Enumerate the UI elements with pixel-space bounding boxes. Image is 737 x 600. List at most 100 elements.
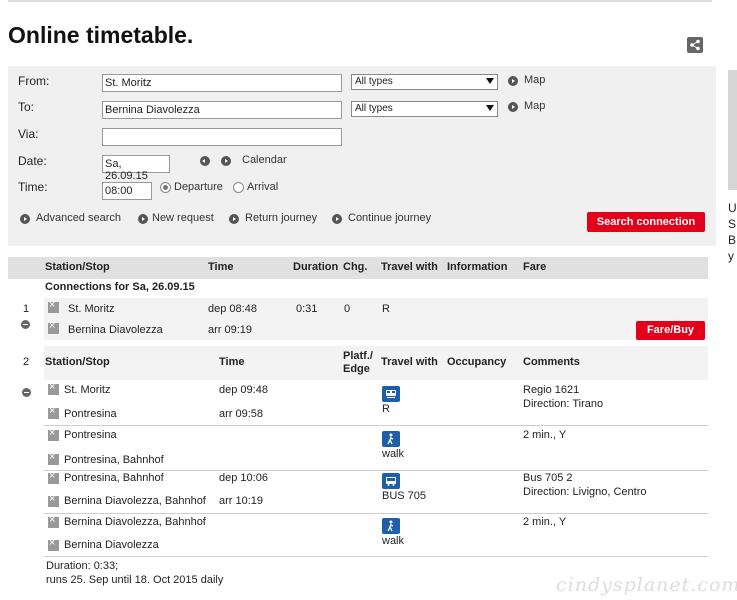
col-information: Information — [447, 261, 508, 273]
station-name: Pontresina, Bahnhof — [64, 472, 164, 484]
station-icon — [48, 493, 59, 507]
comment: 2 min., Y — [523, 516, 567, 528]
station-name: Pontresina, Bahnhof — [64, 454, 164, 466]
station-icon — [48, 537, 59, 551]
departure-radio[interactable] — [160, 182, 171, 193]
from-type-value: All types — [355, 76, 393, 87]
col-fare: Fare — [523, 261, 547, 273]
station-name: Bernina Diavolezza, Bahnhof — [64, 516, 206, 528]
results-panel: Station/Stop Time Duration Chg. Travel w… — [8, 250, 716, 600]
col-time: Time — [208, 261, 234, 273]
from-input[interactable]: St. Moritz — [102, 74, 342, 92]
collapse-icon[interactable] — [22, 388, 31, 397]
time-label: Time: — [18, 180, 48, 194]
side-letter: U — [728, 201, 737, 215]
side-letter: S — [728, 217, 737, 231]
col-duration: Duration — [293, 261, 339, 273]
station-icon — [48, 299, 59, 313]
arrow-right-icon — [508, 76, 518, 86]
departure-time: dep 10:06 — [219, 472, 268, 484]
to-type-value: All types — [355, 103, 393, 114]
leg-divider — [44, 513, 708, 514]
arrow-right-icon — [20, 214, 30, 224]
search-connection-button[interactable]: Search connection — [587, 212, 705, 232]
station-name: Bernina Diavolezza, Bahnhof — [64, 495, 206, 507]
to-map-link[interactable]: Map — [524, 100, 545, 112]
station-icon — [48, 381, 59, 395]
via-input[interactable] — [102, 128, 342, 146]
from-map-link[interactable]: Map — [524, 74, 545, 86]
col-comments: Comments — [523, 356, 580, 368]
comment: Direction: Livigno, Centro — [523, 486, 647, 498]
runs-info: runs 25. Sep until 18. Oct 2015 daily — [46, 574, 224, 586]
share-icon[interactable] — [687, 37, 703, 53]
station-name: St. Moritz — [64, 384, 111, 396]
comment: 2 min., Y — [523, 429, 567, 441]
mode-label: walk — [382, 448, 405, 460]
arrival-time: arr 09:58 — [219, 408, 264, 420]
chevron-down-icon — [486, 105, 494, 111]
bus-icon[interactable] — [382, 473, 400, 489]
to-label: To: — [18, 100, 35, 114]
leg-divider — [44, 425, 708, 426]
fare-buy-button[interactable]: Fare/Buy — [636, 321, 705, 340]
continue-journey-link[interactable]: Continue journey — [348, 212, 431, 224]
to-type-select[interactable]: All types — [351, 101, 498, 117]
walk-icon[interactable] — [382, 431, 400, 447]
return-journey-link[interactable]: Return journey — [245, 212, 317, 224]
side-letter: y — [728, 249, 734, 263]
advanced-search-link[interactable]: Advanced search — [36, 212, 121, 224]
duration-info: Duration: 0:33; — [46, 560, 119, 572]
leg-divider — [44, 556, 708, 557]
side-text-snippet: U S B y — [728, 200, 737, 264]
col-edge: Edge — [343, 363, 370, 375]
new-request-link[interactable]: New request — [152, 212, 214, 224]
from-label: From: — [18, 74, 50, 88]
chevron-down-icon — [486, 78, 494, 84]
next-day-icon[interactable] — [221, 156, 231, 166]
station-icon — [48, 427, 59, 441]
col-travel: Travel with — [381, 356, 438, 368]
changes: 0 — [344, 303, 351, 315]
top-divider — [8, 0, 712, 2]
mode-label: walk — [382, 535, 405, 547]
comment: Direction: Tirano — [523, 398, 604, 410]
departure-label: Departure — [174, 181, 223, 193]
col-station: Station/Stop — [45, 261, 110, 273]
arrow-right-icon — [332, 214, 342, 224]
station-name: St. Moritz — [68, 303, 115, 315]
calendar-link[interactable]: Calendar — [242, 154, 287, 166]
arrival-time: arr 09:19 — [208, 324, 253, 336]
station-icon — [48, 514, 59, 528]
watermark: cindysplanet.com — [556, 574, 737, 596]
date-label: Date: — [18, 154, 47, 168]
collapse-icon[interactable] — [21, 320, 30, 329]
arrival-label: Arrival — [247, 181, 279, 193]
time-input[interactable]: 08:00 — [102, 182, 152, 200]
prev-day-icon[interactable] — [200, 156, 210, 166]
search-form: From: St. Moritz All types Map To: Berni… — [8, 66, 716, 246]
mode-label: R — [382, 403, 390, 415]
station-name: Bernina Diavolezza — [64, 539, 159, 551]
station-name: Bernina Diavolezza — [68, 324, 163, 336]
walk-icon[interactable] — [382, 518, 400, 534]
arrow-right-icon — [508, 102, 518, 112]
from-type-select[interactable]: All types — [351, 74, 498, 90]
connection-number: 2 — [23, 356, 30, 368]
col-platform: Platf./ — [343, 350, 373, 362]
connection-number: 1 — [23, 303, 30, 315]
departure-time: dep 08:48 — [208, 303, 257, 315]
date-input[interactable]: Sa, 26.09.15 — [102, 155, 170, 182]
station-icon — [48, 470, 59, 484]
connections-title: Connections for Sa, 26.09.15 — [45, 281, 195, 293]
departure-time: dep 09:48 — [219, 384, 268, 396]
col-occupancy: Occupancy — [447, 356, 507, 368]
side-image — [728, 70, 737, 190]
to-input[interactable]: Bernina Diavolezza — [102, 101, 342, 119]
col-station: Station/Stop — [45, 356, 110, 368]
train-icon[interactable] — [382, 386, 400, 402]
station-name: Pontresina — [64, 408, 117, 420]
arrow-right-icon — [229, 214, 239, 224]
station-icon — [48, 451, 59, 465]
arrival-radio[interactable] — [233, 182, 244, 193]
